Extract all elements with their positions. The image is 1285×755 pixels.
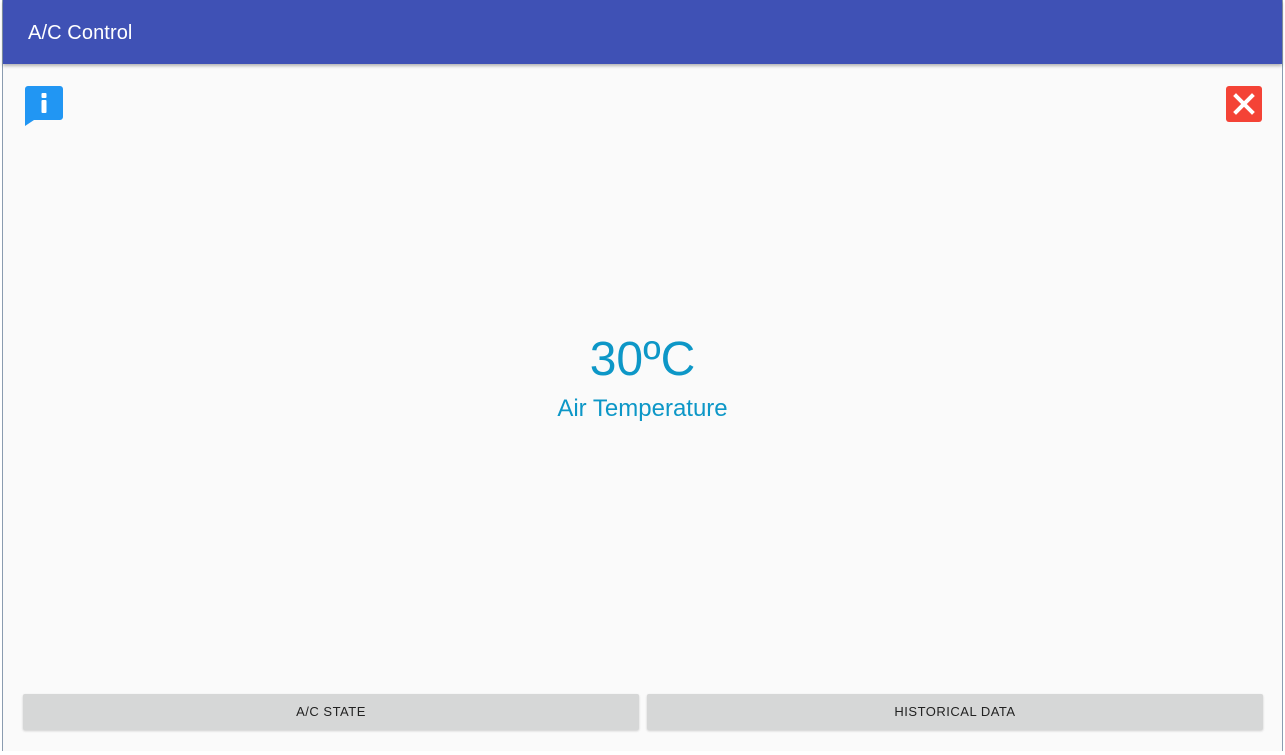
ac-control-window: A/C Control 30ºC Air Temperature A/C STA… (2, 0, 1283, 751)
app-bar: A/C Control (3, 0, 1282, 64)
air-temperature-label: Air Temperature (557, 395, 728, 422)
historical-data-button[interactable]: HISTORICAL DATA (647, 694, 1263, 730)
info-icon[interactable] (25, 86, 63, 126)
ac-state-button[interactable]: A/C STATE (23, 694, 639, 730)
air-temperature-value: 30ºC (589, 333, 696, 386)
window-bottom-edge (0, 751, 1285, 755)
close-button[interactable] (1226, 86, 1262, 122)
close-x-icon (1233, 93, 1255, 115)
app-title: A/C Control (28, 22, 133, 44)
